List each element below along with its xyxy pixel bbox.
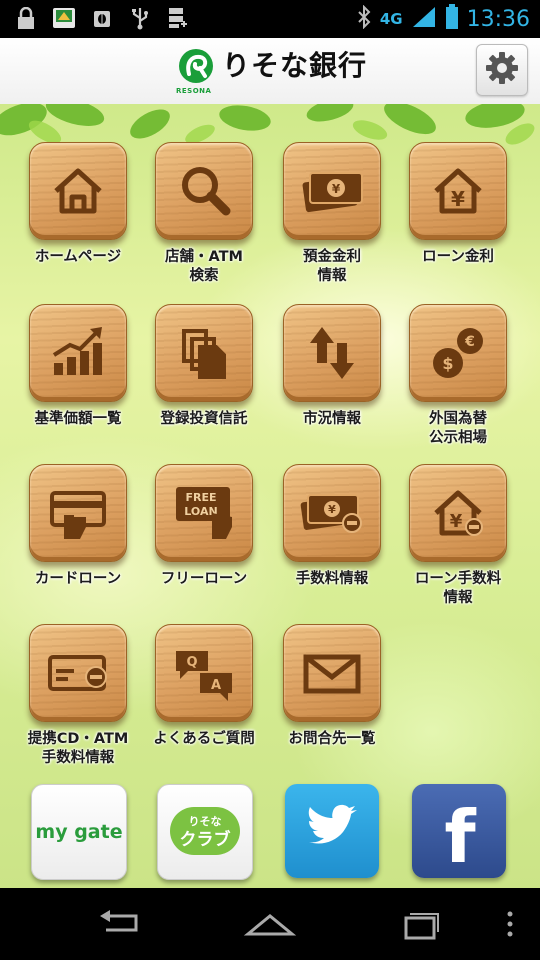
svg-text:¥: ¥	[328, 503, 336, 516]
magnifier-icon	[155, 142, 253, 240]
svg-text:€: €	[464, 334, 475, 350]
home-icon	[240, 914, 300, 946]
yen-house-icon: ¥	[409, 142, 507, 240]
menu-button[interactable]	[490, 906, 520, 942]
status-bar: 4G 13:36	[0, 0, 540, 38]
menu-item-store-atm-search[interactable]: 店舗・ATM 検索	[149, 142, 259, 286]
resona-logo: RESONA りそな銀行	[176, 48, 368, 95]
mygate-label: my gate	[35, 821, 123, 843]
recent-apps-icon	[390, 913, 450, 946]
lock-icon	[14, 6, 38, 30]
gear-icon	[484, 50, 520, 90]
system-nav-bar	[0, 888, 540, 960]
menu-item-deposit-rates[interactable]: ¥ 預金金利 情報	[277, 142, 387, 286]
menu-item-nav-list[interactable]: 基準価額一覧	[23, 304, 133, 429]
card-minus-icon	[29, 624, 127, 722]
bug-icon	[90, 6, 114, 30]
menu-item-fee-info[interactable]: ¥ 手数料情報	[277, 464, 387, 589]
menu-label: 外国為替 公示相場	[429, 411, 487, 446]
resona-club-logo: りそな クラブ	[170, 807, 240, 855]
svg-text:¥: ¥	[332, 182, 341, 196]
faq-bubbles-icon: QA	[155, 624, 253, 722]
resona-mark-icon: RESONA	[176, 48, 214, 95]
envelope-icon	[283, 624, 381, 722]
menu-item-contacts[interactable]: お問合先一覧	[277, 624, 387, 749]
up-down-arrows-icon	[283, 304, 381, 402]
menu-item-fx-rates[interactable]: € $ 外国為替 公示相場	[403, 304, 513, 448]
menu-label: カードローン	[34, 571, 122, 587]
free-text: FREE	[185, 491, 216, 504]
signal-icon	[411, 5, 437, 33]
svg-text:¥: ¥	[451, 187, 465, 211]
menu-item-loan-fees[interactable]: ¥ ローン手数料 情報	[403, 464, 513, 608]
menu-label: 店舗・ATM 検索	[165, 249, 243, 284]
battery-icon	[445, 4, 459, 34]
svg-text:りそな: りそな	[189, 815, 222, 828]
banknote-minus-icon: ¥	[283, 464, 381, 562]
svg-text:クラブ: クラブ	[180, 829, 231, 850]
menu-item-loan-rates[interactable]: ¥ ローン金利	[403, 142, 513, 267]
logo-sub-text: RESONA	[176, 87, 212, 95]
faq-q-letter: Q	[186, 655, 197, 670]
svg-text:$: $	[442, 354, 453, 373]
clock: 13:36	[466, 6, 530, 32]
menu-item-homepage[interactable]: ホームページ	[23, 142, 133, 267]
menu-label: お問合先一覧	[288, 731, 376, 747]
home-button[interactable]	[240, 906, 300, 942]
card-hand-icon	[29, 464, 127, 562]
menu-area: ホームページ 店舗・ATM 検索 ¥ 預金金利 情報 ¥ ローン金利 基準価額一…	[0, 104, 540, 888]
menu-item-card-loan[interactable]: カードローン	[23, 464, 133, 589]
menu-label: 登録投資信託	[160, 411, 248, 427]
menu-item-faq[interactable]: QA よくあるご質問	[149, 624, 259, 749]
app-header: RESONA りそな銀行	[0, 38, 540, 105]
bar-chart-icon	[29, 304, 127, 402]
facebook-f-icon: f	[444, 795, 476, 878]
menu-item-free-loan[interactable]: FREE LOAN フリーローン	[149, 464, 259, 589]
bank-name: りそな銀行	[222, 49, 368, 82]
svg-text:¥: ¥	[450, 511, 463, 532]
facebook-link[interactable]: f	[412, 784, 506, 878]
documents-icon	[155, 304, 253, 402]
usb-icon	[128, 6, 152, 30]
menu-label: 市況情報	[303, 411, 361, 427]
faq-a-letter: A	[211, 678, 221, 693]
free-loan-icon: FREE LOAN	[155, 464, 253, 562]
menu-item-market-info[interactable]: 市況情報	[277, 304, 387, 429]
house-minus-icon: ¥	[409, 464, 507, 562]
sd-card-icon	[166, 6, 190, 30]
menu-label: 預金金利 情報	[303, 249, 361, 284]
network-type: 4G	[379, 10, 403, 28]
yen-banknote-icon: ¥	[283, 142, 381, 240]
menu-item-partner-atm-fees[interactable]: 提携CD・ATM 手数料情報	[23, 624, 133, 768]
svg-text:f: f	[444, 795, 476, 878]
menu-label: ローン手数料 情報	[414, 571, 502, 606]
twitter-link[interactable]	[285, 784, 379, 878]
twitter-bird-icon	[285, 804, 379, 878]
mygate-link[interactable]: my gate	[31, 784, 127, 880]
house-icon	[29, 142, 127, 240]
resona-club-link[interactable]: りそな クラブ	[157, 784, 253, 880]
overflow-menu-icon	[490, 911, 520, 946]
menu-item-investment-trusts[interactable]: 登録投資信託	[149, 304, 259, 429]
back-icon	[92, 910, 152, 946]
menu-label: ホームページ	[34, 249, 122, 265]
menu-label: ローン金利	[422, 249, 494, 265]
back-button[interactable]	[92, 906, 152, 942]
currency-coins-icon: € $	[409, 304, 507, 402]
app-icon	[52, 6, 76, 30]
recent-apps-button[interactable]	[390, 906, 450, 942]
bluetooth-icon	[356, 4, 372, 33]
menu-label: フリーローン	[160, 571, 248, 587]
settings-button[interactable]	[476, 44, 528, 96]
menu-label: 手数料情報	[295, 571, 369, 587]
